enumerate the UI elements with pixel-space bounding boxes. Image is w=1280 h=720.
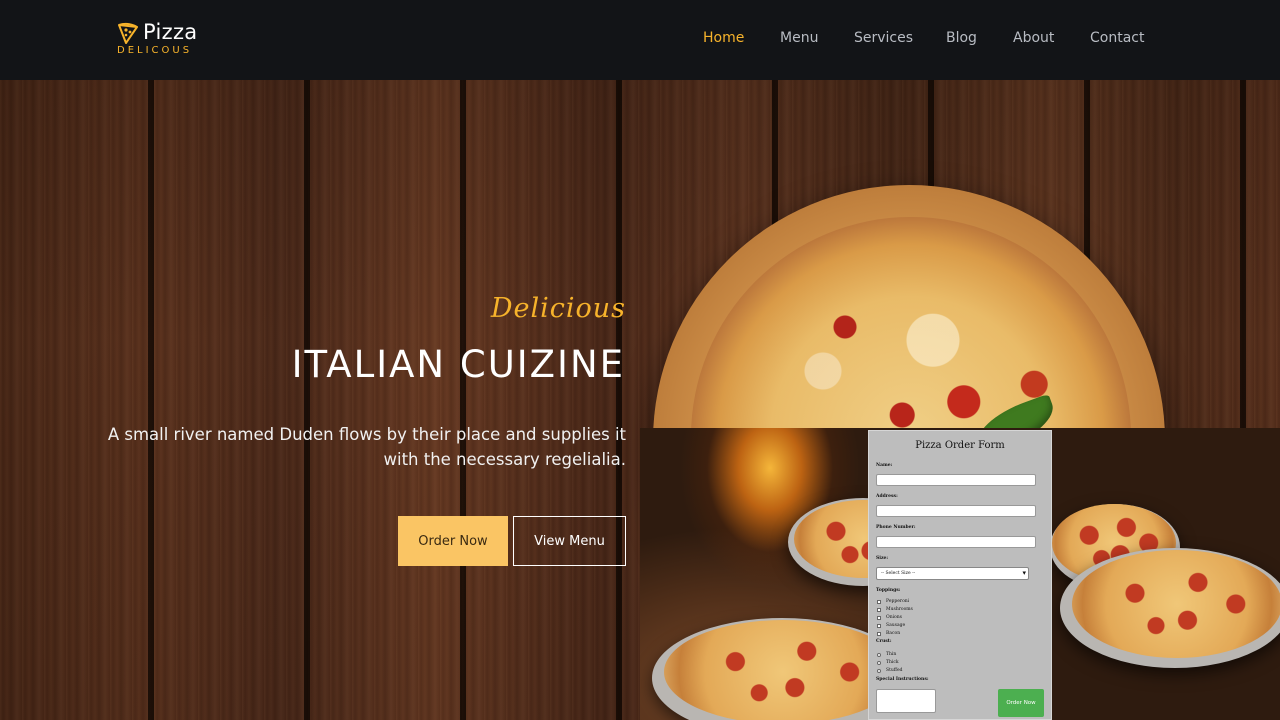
topping-onions[interactable]: Onions — [877, 615, 902, 620]
crust-stuffed[interactable]: Stuffed — [877, 668, 903, 673]
nav-menu[interactable]: Menu — [780, 30, 818, 46]
topping-label: Onions — [886, 615, 902, 620]
address-label: Address: — [876, 494, 898, 499]
main-nav: Home Menu Services Blog About Contact — [0, 30, 1280, 50]
topping-label: Bacon — [886, 631, 901, 636]
instructions-label: Special Instructions: — [876, 677, 929, 682]
topping-label: Mushrooms — [886, 607, 913, 612]
name-field[interactable] — [876, 474, 1036, 486]
phone-label: Phone Number: — [876, 525, 916, 530]
top-navbar: Pizza DELICOUS Home Menu Services Blog A… — [0, 0, 1280, 80]
address-field[interactable] — [876, 505, 1036, 517]
topping-label: Sausage — [886, 623, 906, 628]
topping-mushrooms[interactable]: Mushrooms — [877, 607, 913, 612]
topping-sausage[interactable]: Sausage — [877, 623, 905, 628]
topping-pepperoni[interactable]: Pepperoni — [877, 599, 909, 604]
checkbox-icon[interactable] — [877, 623, 881, 628]
nav-blog[interactable]: Blog — [946, 30, 977, 46]
pizza-order-form: Pizza Order Form Name: Address: Phone Nu… — [868, 430, 1052, 720]
checkbox-icon[interactable] — [877, 631, 881, 636]
topping-bacon[interactable]: Bacon — [877, 631, 900, 636]
radio-icon[interactable] — [877, 668, 881, 673]
hero-eyebrow: Delicious — [490, 293, 626, 324]
nav-contact[interactable]: Contact — [1090, 30, 1144, 46]
checkbox-icon[interactable] — [877, 599, 881, 604]
hero-description: A small river named Duden flows by their… — [107, 425, 626, 469]
radio-icon[interactable] — [877, 652, 881, 657]
form-title: Pizza Order Form — [915, 440, 1005, 451]
crust-thin[interactable]: Thin — [877, 652, 896, 657]
crust-option-label: Thick — [886, 660, 899, 665]
name-label: Name: — [876, 463, 893, 468]
radio-icon[interactable] — [877, 660, 881, 665]
hero-title: ITALIAN CUIZINE — [291, 343, 625, 386]
checkbox-icon[interactable] — [877, 607, 881, 612]
size-label: Size: — [876, 556, 889, 561]
pizza — [664, 620, 902, 720]
topping-label: Pepperoni — [886, 599, 910, 604]
crust-label: Crust: — [876, 639, 892, 644]
order-now-button[interactable]: Order Now — [398, 516, 508, 566]
checkbox-icon[interactable] — [877, 615, 881, 620]
instructions-textarea[interactable] — [876, 689, 936, 713]
view-menu-button[interactable]: View Menu — [513, 516, 626, 566]
nav-home[interactable]: Home — [703, 30, 744, 46]
toppings-label: Toppings: — [876, 588, 901, 593]
crust-option-label: Stuffed — [886, 668, 903, 673]
phone-field[interactable] — [876, 536, 1036, 548]
size-select[interactable]: -- Select Size -- — [876, 567, 1029, 580]
pizza — [1072, 550, 1280, 658]
nav-services[interactable]: Services — [854, 30, 913, 46]
nav-about[interactable]: About — [1013, 30, 1054, 46]
crust-option-label: Thin — [886, 652, 897, 657]
order-submit-button[interactable]: Order Now — [998, 689, 1044, 717]
crust-thick[interactable]: Thick — [877, 660, 899, 665]
